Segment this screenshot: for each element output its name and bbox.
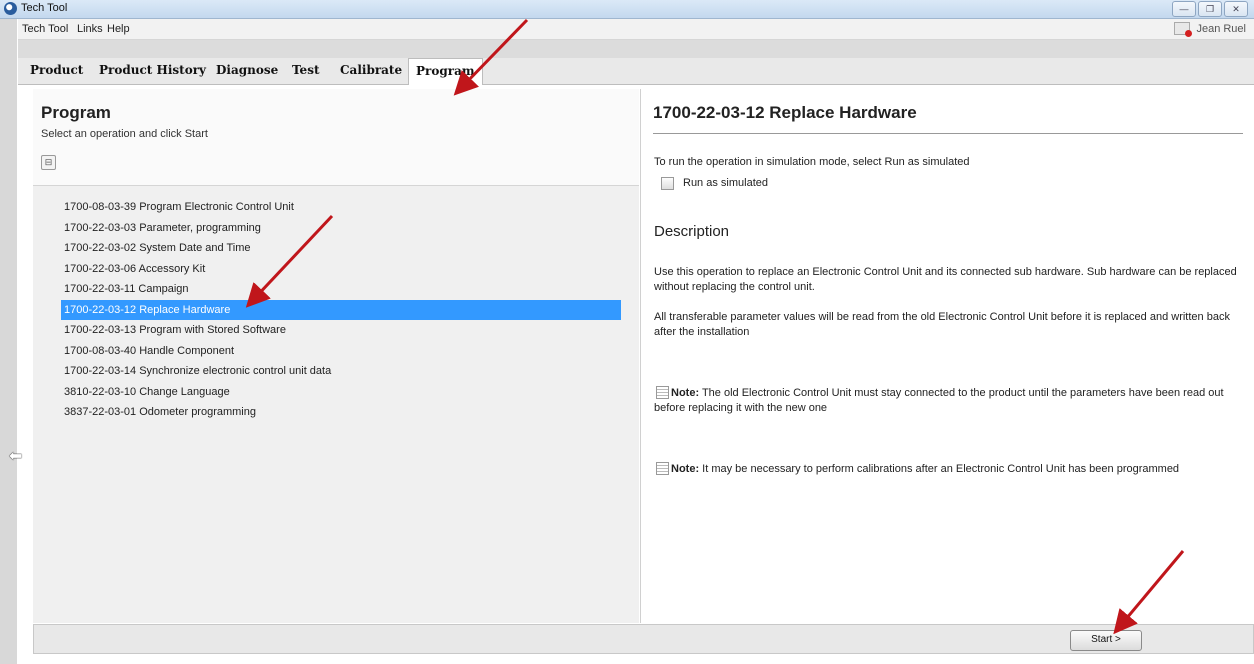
operation-item[interactable]: 3837-22-03-01 Odometer programming bbox=[61, 402, 621, 423]
mouse-cursor-icon: ⬅ bbox=[9, 448, 23, 465]
user-area[interactable]: Jean Ruel bbox=[1174, 22, 1246, 37]
description-paragraph-2: All transferable parameter values will b… bbox=[654, 311, 1230, 338]
tab-diagnose[interactable]: Diagnose bbox=[216, 58, 278, 84]
description-heading: Description bbox=[654, 223, 730, 240]
menu-tech-tool[interactable]: Tech Tool bbox=[22, 23, 68, 35]
user-logout-icon[interactable] bbox=[1174, 22, 1193, 37]
panel-title: Program bbox=[41, 103, 111, 122]
collapse-all-icon[interactable]: ⊟ bbox=[41, 155, 56, 170]
note-label: Note: bbox=[671, 463, 700, 475]
start-button[interactable]: Start > bbox=[1070, 630, 1142, 651]
operation-item[interactable]: 1700-22-03-02 System Date and Time bbox=[61, 238, 621, 259]
menu-help[interactable]: Help bbox=[107, 23, 130, 35]
simulation-instruction: To run the operation in simulation mode,… bbox=[654, 156, 970, 168]
operation-item[interactable]: 1700-22-03-03 Parameter, programming bbox=[61, 218, 621, 239]
note-1: Note: The old Electronic Control Unit mu… bbox=[654, 386, 1254, 416]
note-2: Note: It may be necessary to perform cal… bbox=[654, 462, 1254, 477]
menu-bar: Tech Tool Links Help Jean Ruel bbox=[18, 19, 1254, 40]
operation-item[interactable]: 1700-22-03-11 Campaign bbox=[61, 279, 621, 300]
operation-list: 1700-08-03-39 Program Electronic Control… bbox=[61, 197, 621, 423]
tab-test[interactable]: Test bbox=[292, 58, 320, 84]
operation-item-selected[interactable]: 1700-22-03-12 Replace Hardware bbox=[61, 299, 621, 320]
title-divider bbox=[653, 133, 1243, 134]
close-icon[interactable]: ✕ bbox=[1224, 1, 1248, 17]
tab-program[interactable]: Program bbox=[408, 58, 483, 85]
operation-detail-panel: 1700-22-03-12 Replace Hardware To run th… bbox=[640, 89, 1254, 623]
menu-links[interactable]: Links bbox=[77, 23, 103, 35]
tab-calibrate[interactable]: Calibrate bbox=[340, 58, 402, 84]
operation-item[interactable]: 1700-22-03-06 Accessory Kit bbox=[61, 259, 621, 280]
note-1-text: The old Electronic Control Unit must sta… bbox=[654, 387, 1224, 414]
user-name: Jean Ruel bbox=[1196, 22, 1246, 35]
tab-strip-background bbox=[18, 40, 1254, 58]
tab-product-history[interactable]: Product History bbox=[99, 58, 206, 84]
operation-item[interactable]: 1700-08-03-39 Program Electronic Control… bbox=[61, 197, 621, 218]
operation-item[interactable]: 1700-22-03-14 Synchronize electronic con… bbox=[61, 361, 621, 382]
note-2-text: It may be necessary to perform calibrati… bbox=[699, 463, 1180, 475]
description-paragraph-1: Use this operation to replace an Electro… bbox=[654, 266, 1237, 293]
restore-icon[interactable]: ❐ bbox=[1198, 1, 1222, 17]
operation-item[interactable]: 1700-08-03-40 Handle Component bbox=[61, 341, 621, 362]
note-label: Note: bbox=[671, 387, 700, 399]
window-title: Tech Tool bbox=[21, 2, 68, 14]
app-logo-icon bbox=[4, 2, 17, 15]
run-as-simulated-label: Run as simulated bbox=[683, 177, 768, 189]
tab-product[interactable]: Product bbox=[30, 58, 83, 84]
operation-title: 1700-22-03-12 Replace Hardware bbox=[653, 103, 917, 122]
run-as-simulated-checkbox[interactable] bbox=[661, 177, 674, 190]
operations-header: Program Select an operation and click St… bbox=[33, 89, 639, 186]
panel-subtitle: Select an operation and click Start bbox=[41, 128, 208, 140]
operation-item[interactable]: 1700-22-03-13 Program with Stored Softwa… bbox=[61, 320, 621, 341]
operation-item[interactable]: 3810-22-03-10 Change Language bbox=[61, 382, 621, 403]
minimize-icon[interactable]: — bbox=[1172, 1, 1196, 17]
operations-panel: Program Select an operation and click St… bbox=[33, 89, 639, 623]
left-window-edge bbox=[0, 19, 17, 664]
title-bar: Tech Tool — ❐ ✕ bbox=[0, 0, 1254, 19]
